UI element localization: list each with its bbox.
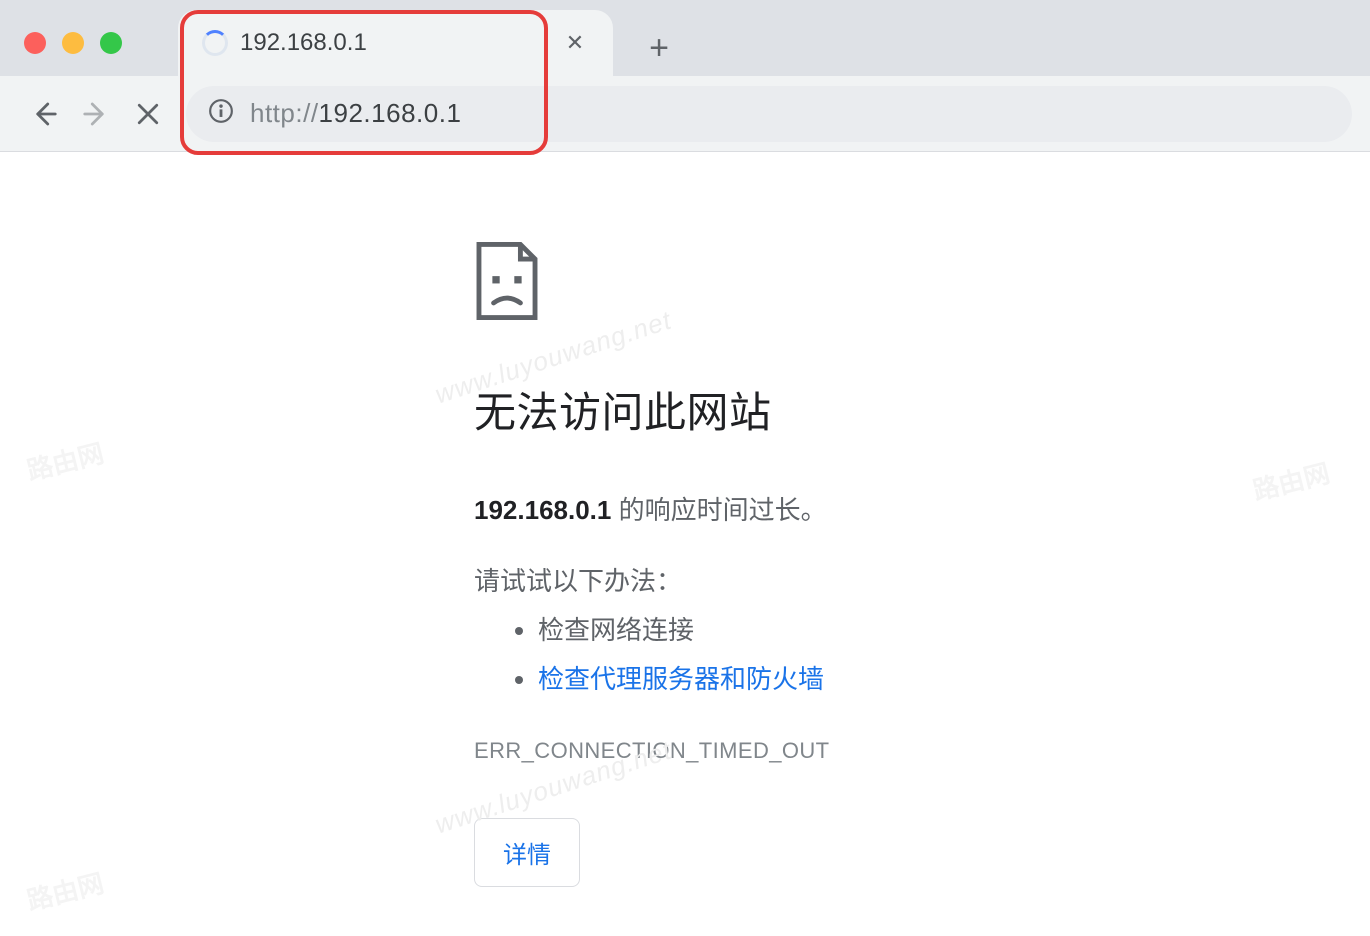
url-host: 192.168.0.1 <box>319 98 462 128</box>
browser-tab-active[interactable]: 192.168.0.1 ✕ <box>178 10 613 76</box>
browser-toolbar: http://192.168.0.1 <box>0 76 1370 152</box>
browser-chrome: 192.168.0.1 ✕ + <box>0 0 1370 152</box>
error-try-label: 请试试以下办法： <box>474 561 1174 598</box>
watermark-brand: 路由网 <box>1249 453 1334 508</box>
stop-loading-button[interactable] <box>122 88 174 140</box>
tab-loading-spinner-icon <box>202 30 228 56</box>
error-title: 无法访问此网站 <box>474 379 1174 440</box>
error-suggestions: 检查网络连接 检查代理服务器和防火墙 <box>474 610 1174 696</box>
arrow-left-icon <box>29 99 59 129</box>
arrow-right-icon <box>81 99 111 129</box>
error-suggestion-item: 检查网络连接 <box>538 610 1174 647</box>
watermark-brand: 路由网 <box>23 863 108 918</box>
site-info-button[interactable] <box>208 98 234 129</box>
back-button[interactable] <box>18 88 70 140</box>
url-protocol: http:// <box>250 98 319 128</box>
forward-button[interactable] <box>70 88 122 140</box>
tab-title: 192.168.0.1 <box>240 29 561 57</box>
macos-window-controls <box>24 32 122 54</box>
suggestion-link[interactable]: 检查代理服务器和防火墙 <box>538 664 824 694</box>
close-icon <box>133 99 163 129</box>
details-button[interactable]: 详情 <box>474 818 580 887</box>
error-code: ERR_CONNECTION_TIMED_OUT <box>474 738 1174 764</box>
plus-icon: + <box>649 29 669 68</box>
tab-strip: 192.168.0.1 ✕ + <box>0 0 1370 76</box>
tab-close-button[interactable]: ✕ <box>561 30 589 56</box>
close-icon: ✕ <box>566 30 584 55</box>
chrome-error-container: 无法访问此网站 192.168.0.1 的响应时间过长。 请试试以下办法： 检查… <box>474 242 1174 887</box>
window-minimize-button[interactable] <box>62 32 84 54</box>
window-zoom-button[interactable] <box>100 32 122 54</box>
address-bar[interactable]: http://192.168.0.1 <box>186 86 1352 142</box>
sad-file-icon <box>474 242 1174 325</box>
error-subtitle-text: 的响应时间过长。 <box>611 495 826 525</box>
watermark-brand: 路由网 <box>23 433 108 488</box>
error-host: 192.168.0.1 <box>474 495 611 525</box>
error-suggestion-item: 检查代理服务器和防火墙 <box>538 659 1174 696</box>
error-subtitle: 192.168.0.1 的响应时间过长。 <box>474 490 1174 527</box>
page-content: 路由网 路由网 路由网 路由网 www.luyouwang.net www.lu… <box>0 152 1370 936</box>
address-bar-url: http://192.168.0.1 <box>250 98 461 129</box>
new-tab-button[interactable]: + <box>631 20 687 76</box>
window-close-button[interactable] <box>24 32 46 54</box>
info-circle-icon <box>208 98 234 124</box>
suggestion-text: 检查网络连接 <box>538 615 694 645</box>
